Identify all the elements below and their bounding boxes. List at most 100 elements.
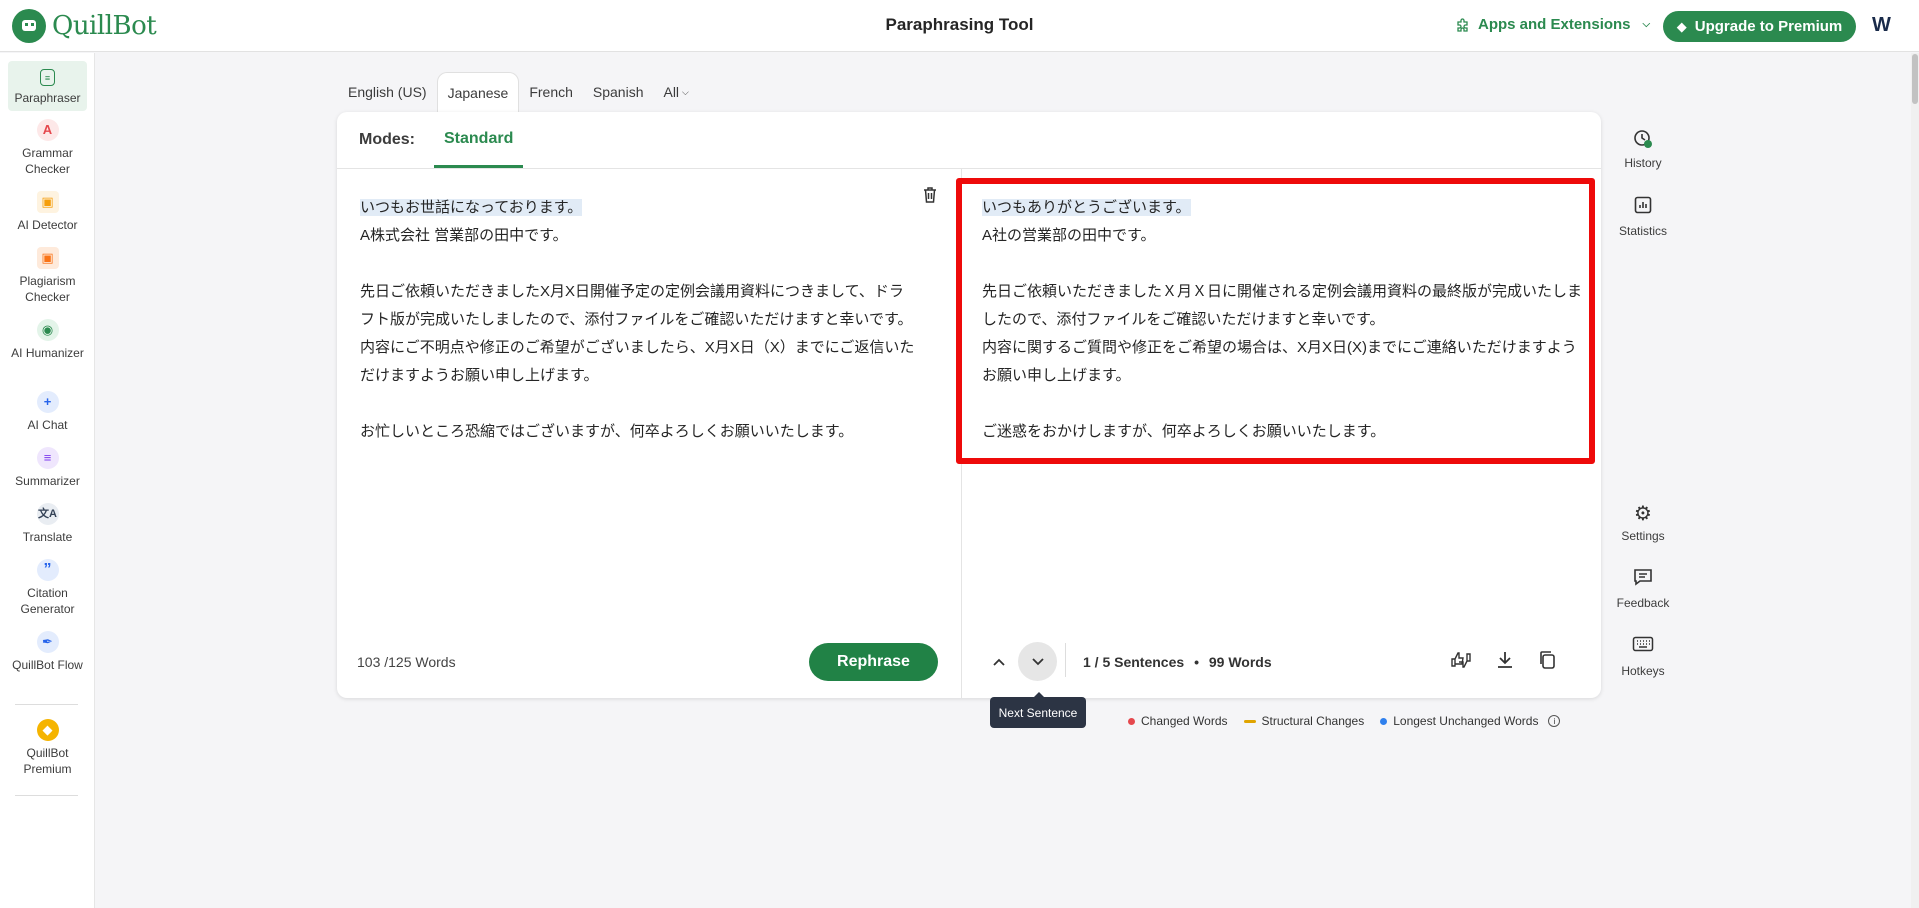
- chevron-down-icon: ⌵: [1642, 19, 1651, 30]
- tab-spanish[interactable]: Spanish: [583, 72, 654, 112]
- sentence-info: 1 / 5 Sentences • 99 Words: [1083, 654, 1272, 670]
- paraphraser-card: Modes: Standard いつもお世話になっております。 A株式会社 営業…: [337, 112, 1601, 698]
- input-word-count: 103 /125 Words: [357, 654, 456, 670]
- feedback-label: Feedback: [1616, 596, 1670, 610]
- sidebar-item-label: AI Humanizer: [11, 346, 84, 360]
- blue-dot-icon: [1380, 717, 1388, 725]
- sidebar-divider: [15, 795, 78, 796]
- summarizer-icon: ≡: [36, 447, 59, 469]
- sidebar-item-plagiarism-checker[interactable]: ▣ Plagiarism Checker: [8, 247, 87, 305]
- legend-structural-changes: Structural Changes: [1243, 714, 1365, 728]
- info-icon[interactable]: i: [1548, 715, 1561, 727]
- tab-all-languages[interactable]: All ⌵: [653, 72, 698, 112]
- output-tools: [1450, 650, 1556, 675]
- hotkeys-button[interactable]: Hotkeys: [1610, 636, 1676, 678]
- next-sentence-button[interactable]: [1018, 642, 1057, 681]
- legend-label: Changed Words: [1141, 714, 1228, 728]
- chevron-down-icon: [1031, 657, 1044, 665]
- toolbar-separator: [1065, 643, 1066, 677]
- sidebar-item-quillbot-premium[interactable]: ◆ QuillBot Premium: [8, 719, 87, 777]
- sidebar-item-label: QuillBot Flow: [12, 658, 83, 672]
- chevron-up-icon: [993, 658, 1005, 666]
- tab-english-us[interactable]: English (US): [338, 72, 437, 112]
- legend-longest-unchanged: Longest Unchanged Words i: [1380, 714, 1561, 728]
- change-legend: Changed Words Structural Changes Longest…: [1128, 714, 1561, 728]
- sidebar-item-label: QuillBot Premium: [23, 746, 72, 776]
- page-scrollbar-track[interactable]: [1911, 53, 1919, 908]
- input-highlighted-sentence: いつもお世話になっております。: [360, 199, 583, 216]
- sidebar-item-quillbot-flow[interactable]: ✒ QuillBot Flow: [8, 631, 87, 673]
- sidebar-item-label: AI Chat: [27, 418, 68, 432]
- premium-icon: ◆: [36, 719, 59, 741]
- ai-chat-icon: +: [36, 391, 59, 413]
- output-word-count: 99 Words: [1208, 654, 1272, 670]
- sidebar-item-label: Translate: [22, 530, 73, 544]
- feedback-icon: [1610, 568, 1676, 590]
- keyboard-icon: [1610, 636, 1676, 658]
- grammar-icon: A: [36, 119, 59, 141]
- input-text-area[interactable]: いつもお世話になっております。 A株式会社 営業部の田中です。 先日ご依頼いただ…: [360, 194, 915, 446]
- upgrade-to-premium-button[interactable]: ◆ Upgrade to Premium: [1663, 11, 1856, 42]
- yellow-dash-icon: [1243, 719, 1256, 723]
- legend-label: Longest Unchanged Words: [1393, 714, 1539, 728]
- settings-button[interactable]: ⚙ Settings: [1610, 501, 1676, 543]
- input-body-text: A株式会社 営業部の田中です。 先日ご依頼いただきましたX月X日開催予定の定例会…: [360, 227, 915, 440]
- sentence-counter: 1 / 5 Sentences: [1083, 654, 1185, 670]
- flow-icon: ✒: [36, 631, 59, 653]
- humanizer-icon: ◉: [36, 319, 59, 341]
- card-divider: [337, 168, 1601, 169]
- modes-bar: Modes: Standard: [359, 112, 524, 168]
- apps-and-extensions-label: Apps and Extensions: [1478, 16, 1631, 33]
- settings-label: Settings: [1621, 529, 1665, 543]
- sidebar-item-summarizer[interactable]: ≡ Summarizer: [8, 447, 87, 489]
- page-scrollbar-thumb[interactable]: [1912, 54, 1918, 104]
- sidebar-item-paraphraser[interactable]: ≡ Paraphraser: [8, 61, 87, 111]
- apps-and-extensions-menu[interactable]: Apps and Extensions ⌵: [1456, 16, 1650, 33]
- sidebar-item-ai-detector[interactable]: ▣ AI Detector: [8, 191, 87, 233]
- statistics-label: Statistics: [1618, 224, 1667, 238]
- highlight-annotation-box: [956, 178, 1595, 464]
- sidebar-item-citation-generator[interactable]: ” Citation Generator: [8, 559, 87, 617]
- copy-icon[interactable]: [1538, 650, 1556, 675]
- sidebar-item-label: Plagiarism Checker: [19, 274, 76, 304]
- sidebar-item-label: Grammar Checker: [22, 146, 73, 176]
- trash-icon[interactable]: [922, 186, 938, 209]
- chevron-down-icon: ⌵: [682, 86, 689, 97]
- history-button[interactable]: History: [1610, 128, 1676, 170]
- history-label: History: [1624, 156, 1662, 170]
- rephrase-button[interactable]: Rephrase: [809, 643, 938, 681]
- red-dot-icon: [1128, 717, 1135, 725]
- rate-feedback-icon[interactable]: [1450, 650, 1472, 675]
- puzzle-icon: [1457, 17, 1468, 32]
- plagiarism-icon: ▣: [36, 247, 59, 269]
- sidebar-item-ai-humanizer[interactable]: ◉ AI Humanizer: [8, 319, 87, 361]
- all-languages-label: All: [663, 84, 680, 100]
- paraphraser-icon: ≡: [40, 69, 55, 86]
- top-bar: QuillBot Paraphrasing Tool Apps and Exte…: [0, 0, 1919, 52]
- diamond-icon: ◆: [1676, 18, 1687, 34]
- tab-french[interactable]: French: [519, 72, 583, 112]
- legend-label: Structural Changes: [1261, 714, 1365, 728]
- tab-japanese[interactable]: Japanese: [436, 72, 520, 112]
- feedback-button[interactable]: Feedback: [1610, 568, 1676, 610]
- download-icon[interactable]: [1496, 650, 1514, 675]
- user-avatar[interactable]: W: [1872, 14, 1891, 37]
- citation-icon: ”: [36, 559, 59, 581]
- previous-sentence-button[interactable]: [987, 650, 1011, 674]
- translate-icon: 文A: [36, 503, 59, 525]
- next-sentence-tooltip: Next Sentence: [990, 692, 1086, 728]
- sidebar-item-ai-chat[interactable]: + AI Chat: [8, 391, 87, 433]
- sidebar-item-label: Citation Generator: [20, 586, 75, 616]
- sidebar-item-label: Paraphraser: [14, 91, 81, 105]
- sidebar-item-grammar-checker[interactable]: A Grammar Checker: [8, 119, 87, 177]
- mode-standard-tab[interactable]: Standard: [434, 112, 524, 168]
- ai-detector-icon: ▣: [36, 191, 59, 213]
- sidebar-item-label: AI Detector: [17, 218, 78, 232]
- sidebar-divider: [15, 704, 78, 705]
- language-tabs: English (US) Japanese French Spanish All…: [338, 72, 699, 112]
- modes-label: Modes:: [359, 131, 415, 148]
- history-icon: [1610, 128, 1676, 150]
- sidebar-item-label: Summarizer: [15, 474, 80, 488]
- statistics-button[interactable]: Statistics: [1610, 196, 1676, 238]
- sidebar-item-translate[interactable]: 文A Translate: [8, 503, 87, 545]
